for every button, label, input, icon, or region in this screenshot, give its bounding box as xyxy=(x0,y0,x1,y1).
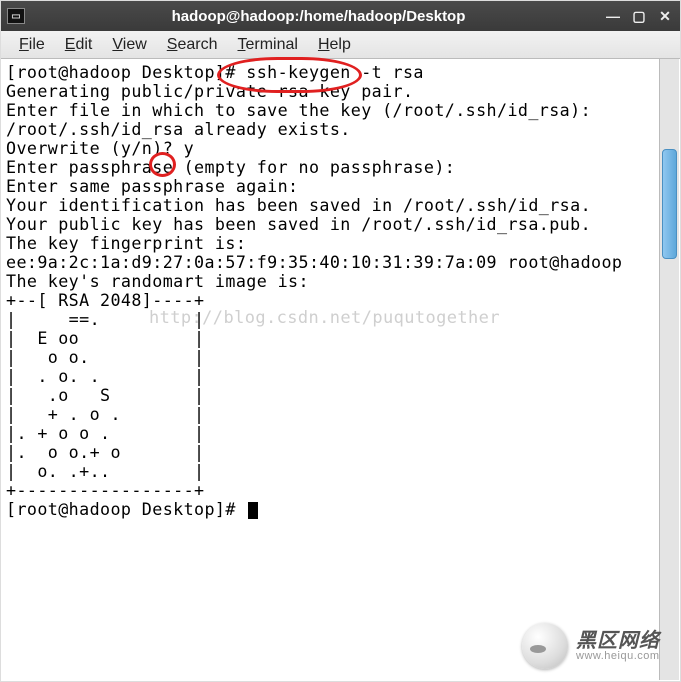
term-line: | E oo | xyxy=(6,328,205,348)
term-line: Enter passphrase (empty for no passphras… xyxy=(6,157,455,177)
window-title: hadoop@hadoop:/home/hadoop/Desktop xyxy=(33,8,604,25)
term-line: | o. .+.. | xyxy=(6,461,205,481)
menu-edit[interactable]: Edit xyxy=(57,34,101,56)
window-controls: — ▢ ✕ xyxy=(604,8,674,24)
term-prompt: [root@hadoop Desktop]# xyxy=(6,499,246,519)
terminal-app-icon: ▭ xyxy=(7,8,25,24)
menu-terminal[interactable]: Terminal xyxy=(229,34,305,56)
term-line: | . o. . | xyxy=(6,366,205,386)
term-line: The key's randomart image is: xyxy=(6,271,309,291)
term-line: | o o. | xyxy=(6,347,205,367)
menu-view[interactable]: View xyxy=(104,34,154,56)
term-line: [root@hadoop Desktop]# ssh-keygen -t rsa xyxy=(6,62,424,82)
term-line: | + . o . | xyxy=(6,404,205,424)
term-line: Overwrite (y/n)? y xyxy=(6,138,194,158)
term-line: Your identification has been saved in /r… xyxy=(6,195,591,215)
term-line: Enter same passphrase again: xyxy=(6,176,299,196)
menubar: File Edit View Search Terminal Help xyxy=(1,31,680,59)
terminal-output[interactable]: [root@hadoop Desktop]# ssh-keygen -t rsa… xyxy=(2,59,659,680)
minimize-button[interactable]: — xyxy=(604,8,622,24)
term-line: +-----------------+ xyxy=(6,480,205,500)
scrollbar-thumb[interactable] xyxy=(662,149,677,259)
term-line: Generating public/private rsa key pair. xyxy=(6,81,413,101)
term-line: ee:9a:2c:1a:d9:27:0a:57:f9:35:40:10:31:3… xyxy=(6,252,622,272)
titlebar[interactable]: ▭ hadoop@hadoop:/home/hadoop/Desktop — ▢… xyxy=(1,1,680,31)
close-button[interactable]: ✕ xyxy=(656,8,674,24)
term-line: Enter file in which to save the key (/ro… xyxy=(6,100,591,120)
term-line: | .o S | xyxy=(6,385,205,405)
term-line: | ==. | xyxy=(6,309,205,329)
term-line: |. o o.+ o | xyxy=(6,442,205,462)
menu-file[interactable]: File xyxy=(11,34,53,56)
maximize-button[interactable]: ▢ xyxy=(630,8,648,24)
terminal-area: [root@hadoop Desktop]# ssh-keygen -t rsa… xyxy=(2,59,679,680)
menu-search[interactable]: Search xyxy=(159,34,226,56)
vertical-scrollbar[interactable] xyxy=(659,59,679,680)
term-line: /root/.ssh/id_rsa already exists. xyxy=(6,119,351,139)
cursor-icon xyxy=(248,502,258,519)
app-window: ▭ hadoop@hadoop:/home/hadoop/Desktop — ▢… xyxy=(0,0,681,682)
term-line: |. + o o . | xyxy=(6,423,205,443)
term-line: The key fingerprint is: xyxy=(6,233,246,253)
menu-help[interactable]: Help xyxy=(310,34,359,56)
term-line: Your public key has been saved in /root/… xyxy=(6,214,591,234)
term-line: +--[ RSA 2048]----+ xyxy=(6,290,205,310)
